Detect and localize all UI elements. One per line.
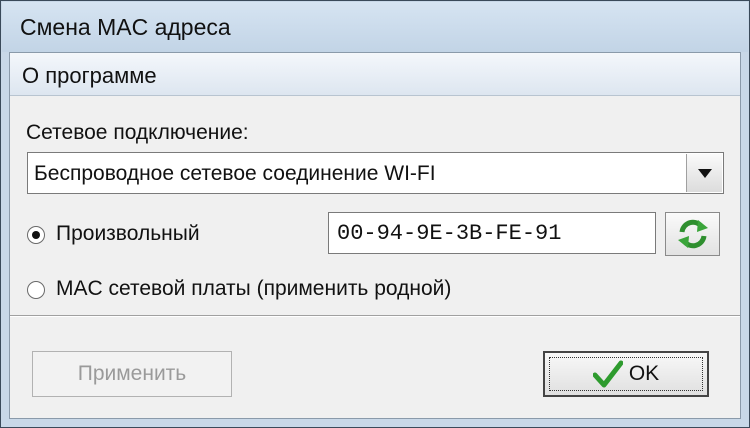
chevron-down-icon bbox=[697, 168, 712, 178]
connection-select-value: Беспроводное сетевое соединение WI-FI bbox=[34, 162, 436, 185]
mac-address-field[interactable]: 00-94-9E-3B-FE-91 bbox=[328, 212, 656, 254]
connection-select[interactable]: Беспроводное сетевое соединение WI-FI bbox=[27, 152, 724, 194]
radio-original[interactable] bbox=[27, 281, 45, 299]
radio-original-label[interactable]: MAC сетевой платы (применить родной) bbox=[56, 277, 451, 301]
divider bbox=[10, 315, 740, 317]
radio-random[interactable] bbox=[27, 226, 45, 244]
ok-button-content: OK bbox=[592, 360, 660, 388]
dropdown-button[interactable] bbox=[686, 154, 722, 192]
dialog-body: О программе Сетевое подключение: Беспров… bbox=[9, 52, 741, 419]
checkmark-icon bbox=[592, 360, 623, 388]
radio-random-dot bbox=[32, 231, 40, 239]
radio-random-label[interactable]: Произвольный bbox=[56, 222, 200, 246]
menu-item-about[interactable]: О программе bbox=[18, 63, 161, 89]
window-title: Смена MAC адреса bbox=[20, 14, 231, 40]
title-bar[interactable]: Смена MAC адреса bbox=[2, 2, 748, 52]
generate-mac-button[interactable] bbox=[665, 212, 720, 256]
connection-label: Сетевое подключение: bbox=[26, 121, 249, 144]
ok-button-label: OK bbox=[628, 362, 660, 385]
ok-button[interactable]: OK bbox=[543, 351, 709, 397]
mac-changer-window: Смена MAC адреса О программе Сетевое под… bbox=[0, 0, 750, 428]
apply-button[interactable]: Применить bbox=[32, 351, 232, 397]
refresh-icon bbox=[677, 219, 708, 249]
menu-bar: О программе bbox=[10, 53, 740, 96]
